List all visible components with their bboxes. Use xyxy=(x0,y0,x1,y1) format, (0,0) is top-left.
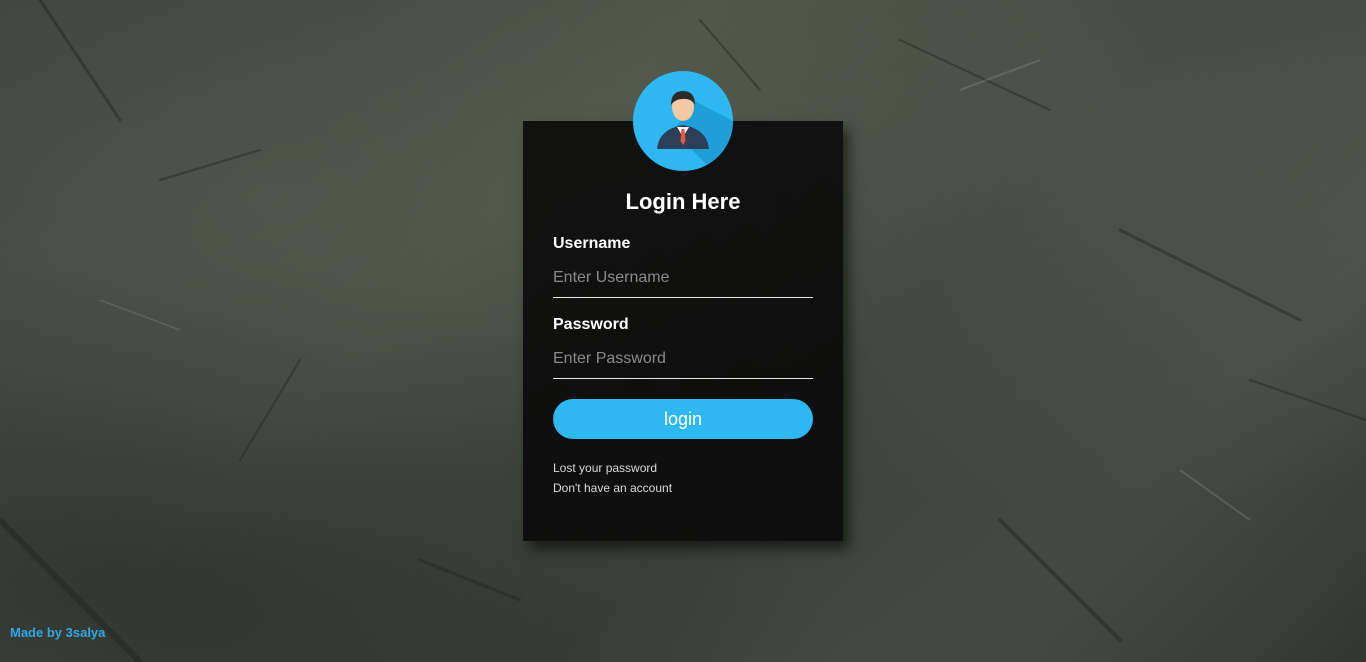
username-label: Username xyxy=(553,235,631,252)
login-title: Login Here xyxy=(625,189,741,214)
password-input[interactable] xyxy=(553,339,813,379)
password-label: Password xyxy=(553,316,629,333)
lost-password-link[interactable]: Lost your password xyxy=(553,461,657,475)
login-form: Login Here Username Password login Lost … xyxy=(523,71,843,541)
username-input[interactable] xyxy=(553,258,813,298)
footer-credit: Made by 3salya xyxy=(10,625,106,640)
user-avatar-icon xyxy=(633,71,733,171)
login-button[interactable]: login xyxy=(553,399,813,439)
no-account-link[interactable]: Don't have an account xyxy=(553,481,672,495)
